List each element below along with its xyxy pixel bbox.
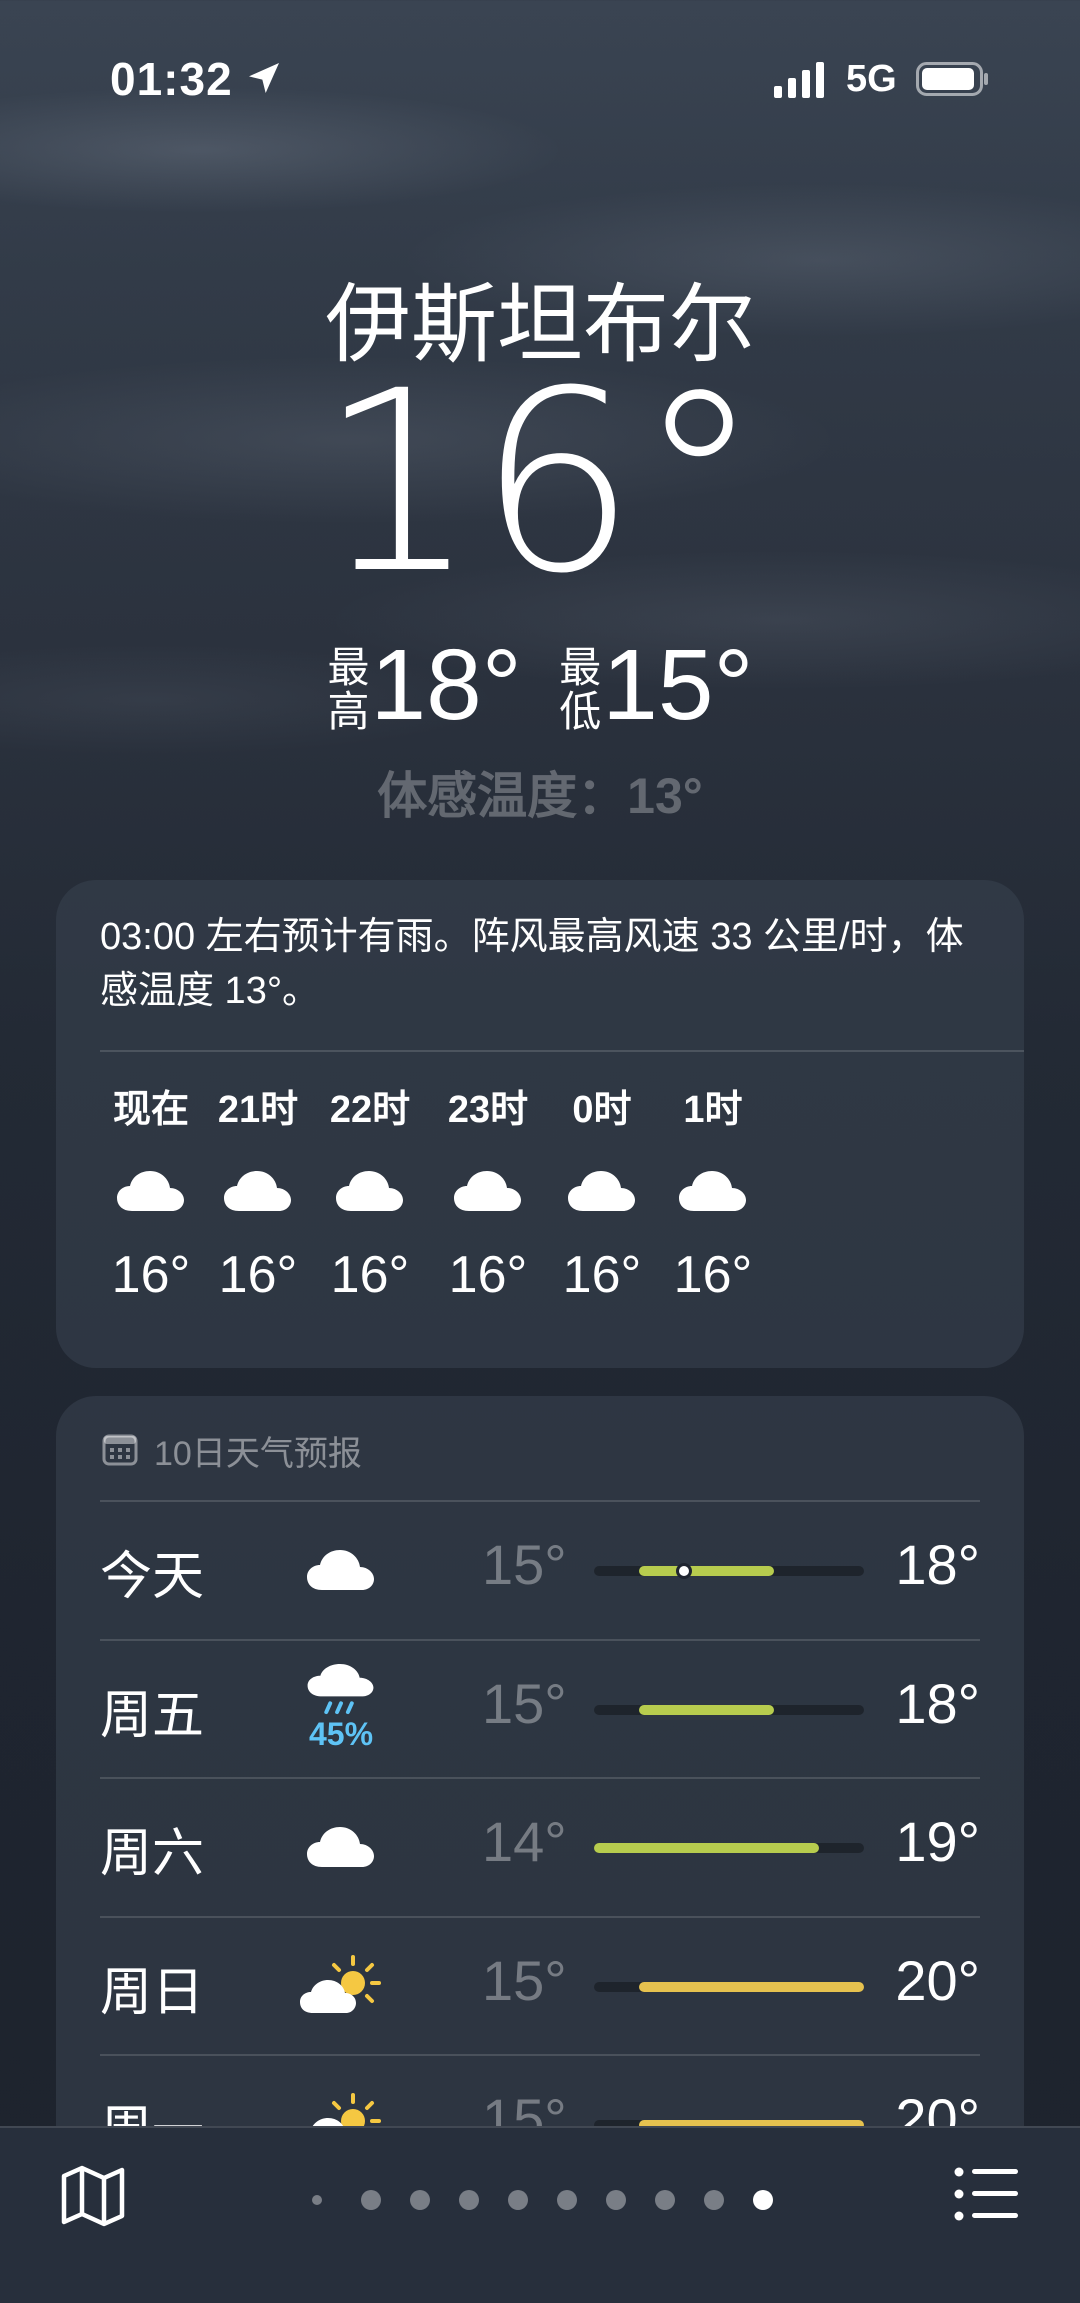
- hourly-list[interactable]: 现在 16° 21时 16° 22时 16° 23时 16° 0时 16° 1时 16°: [56, 1080, 1024, 1340]
- forecast-row[interactable]: 周六 14° 19°: [100, 1777, 980, 1915]
- low-temp: 15°: [482, 1671, 567, 1735]
- cloud-icon: [648, 1140, 778, 1240]
- day-label: 今天: [100, 1548, 205, 1606]
- hour-temperature: 16°: [673, 1246, 753, 1304]
- low-temp: 15°: [482, 1533, 567, 1596]
- high-label: 最高: [327, 644, 370, 735]
- page-dot[interactable]: [508, 2190, 528, 2210]
- hour-label: 22时: [329, 1089, 411, 1131]
- page-dot[interactable]: [606, 2190, 626, 2210]
- forecast-row[interactable]: 周五 45% 15° 18°: [100, 1639, 980, 1777]
- forecast-row[interactable]: 周日 15° 20°: [100, 1916, 980, 2054]
- weather-summary: 03:00 左右预计有雨。阵风最高风速 33 公里/时，体感温度 13°。: [100, 916, 964, 1012]
- cloud-icon: [193, 1140, 323, 1240]
- hour-temperature: 16°: [218, 1246, 298, 1304]
- hour-label: 21时: [217, 1089, 299, 1131]
- temperature-range-bar: [594, 1563, 864, 1579]
- cloud-icon: [423, 1140, 553, 1240]
- bottom-toolbar: [0, 2126, 1080, 2303]
- cloud-icon: [296, 1801, 386, 1891]
- current-temp-marker: [676, 1563, 692, 1579]
- temperature-range-bar: [594, 1704, 864, 1715]
- page-dot[interactable]: [410, 2190, 430, 2210]
- temperature-range-fill: [639, 1566, 774, 1576]
- high-temp: 18°: [895, 1533, 980, 1596]
- page-indicator[interactable]: [300, 2188, 780, 2212]
- current-temperature: 16°: [318, 337, 762, 628]
- page-dot[interactable]: [655, 2190, 675, 2210]
- low-temp: 15°: [482, 1948, 567, 2012]
- temperature-range-bar: [594, 1843, 864, 1853]
- low-temp: 14°: [482, 1810, 567, 1873]
- calendar-icon: [102, 1434, 138, 1466]
- low-label: 最低: [559, 644, 602, 735]
- status-time: 01:32: [110, 53, 233, 105]
- hour-item: 23时 16°: [423, 1080, 553, 1310]
- forecast-title: 10日天气预报: [154, 1435, 362, 1473]
- day-label: 周六: [100, 1825, 205, 1883]
- status-bar: 01:32 5G: [0, 0, 1080, 160]
- page-dot[interactable]: [312, 2195, 322, 2205]
- high-low-temperature: 最高18° 最低15°: [0, 630, 1080, 740]
- feels-like: 体感温度：13°: [377, 768, 703, 824]
- cloud-icon: [296, 1524, 386, 1614]
- rain-cloud-icon: 45%: [296, 1663, 386, 1753]
- cloud-icon: [305, 1140, 435, 1240]
- hour-item: 22时 16°: [305, 1080, 435, 1310]
- temperature-range-fill: [639, 1704, 774, 1715]
- day-label: 周五: [100, 1686, 205, 1745]
- high-temp: 19°: [895, 1810, 980, 1873]
- hour-temperature: 16°: [448, 1246, 528, 1304]
- battery-icon: [916, 62, 988, 96]
- page-dot[interactable]: [704, 2190, 724, 2210]
- hour-temperature: 16°: [330, 1246, 410, 1304]
- map-icon[interactable]: [58, 2160, 128, 2230]
- page-dot[interactable]: [361, 2190, 381, 2210]
- network-type: 5G: [846, 58, 897, 100]
- partly-sunny-icon: [296, 1940, 386, 2030]
- low-temperature: 15°: [602, 629, 754, 741]
- page-dot[interactable]: [753, 2190, 773, 2210]
- list-icon[interactable]: [954, 2164, 1020, 2224]
- divider: [100, 1050, 1024, 1052]
- hour-item: 21时 16°: [193, 1080, 323, 1310]
- high-temperature: 18°: [370, 629, 522, 741]
- temperature-range-bar: [594, 1981, 864, 1992]
- hour-label: 23时: [447, 1089, 529, 1131]
- hourly-forecast-card[interactable]: 03:00 左右预计有雨。阵风最高风速 33 公里/时，体感温度 13°。 现在…: [56, 880, 1024, 1368]
- page-dot[interactable]: [459, 2190, 479, 2210]
- hour-item: 1时 16°: [648, 1080, 778, 1310]
- high-temp: 18°: [895, 1671, 980, 1735]
- location-arrow-icon: [249, 63, 279, 93]
- high-temp: 20°: [895, 1948, 980, 2012]
- precipitation-chance: 45%: [308, 1715, 374, 1752]
- page-dot[interactable]: [557, 2190, 577, 2210]
- temperature-range-fill: [594, 1843, 819, 1853]
- hour-label: 1时: [683, 1089, 743, 1131]
- forecast-row[interactable]: 今天 15° 18°: [100, 1500, 980, 1638]
- signal-strength-icon: [774, 62, 824, 98]
- temperature-range-fill: [639, 1981, 864, 1992]
- day-label: 周日: [100, 1963, 205, 2022]
